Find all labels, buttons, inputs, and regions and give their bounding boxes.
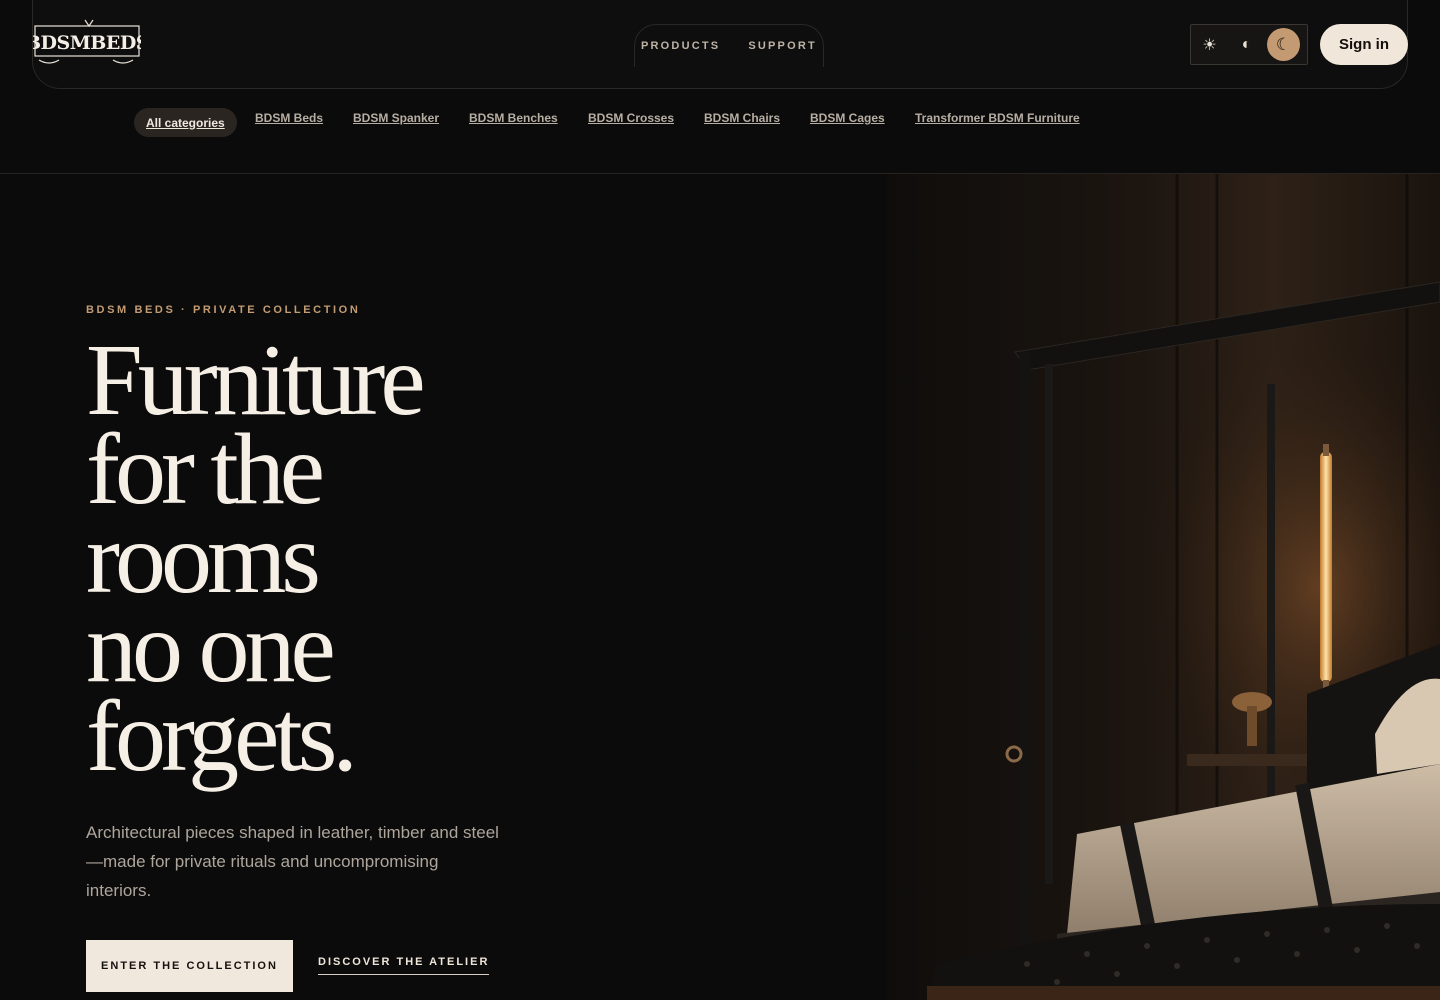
contrast-icon: ◐ <box>1241 35 1252 53</box>
category-benches[interactable]: BDSM Benches <box>469 111 558 125</box>
category-beds[interactable]: BDSM Beds <box>255 111 323 125</box>
main-nav: PRODUCTS SUPPORT <box>634 24 824 67</box>
enter-collection-button[interactable]: ENTER THE COLLECTION <box>86 940 293 992</box>
nav-support-link[interactable]: SUPPORT <box>748 40 817 52</box>
site-header: BDSMBEDS PRODUCTS SUPPORT ☀ ◐ ☾ Sign in <box>25 0 1408 89</box>
theme-toggle: ☀ ◐ ☾ <box>1190 24 1308 65</box>
category-spanker[interactable]: BDSM Spanker <box>353 111 439 125</box>
category-all[interactable]: All categories <box>134 108 237 137</box>
category-nav: All categories BDSM Beds BDSM Spanker BD… <box>0 89 1440 174</box>
dark-theme-button[interactable]: ☾ <box>1267 28 1300 61</box>
headline-line: forgets. <box>86 680 358 793</box>
light-theme-button[interactable]: ☀ <box>1191 26 1228 63</box>
category-transformer[interactable]: Transformer BDSM Furniture <box>915 111 1080 125</box>
discover-atelier-link[interactable]: DISCOVER THE ATELIER <box>318 956 490 975</box>
brand-logo[interactable]: BDSMBEDS <box>25 16 150 72</box>
headline-line: Furniture <box>86 324 426 437</box>
hero-description: Architectural pieces shaped in leather, … <box>86 823 499 900</box>
svg-text:BDSMBEDS: BDSMBEDS <box>33 32 141 54</box>
category-cages[interactable]: BDSM Cages <box>810 111 885 125</box>
headline-line: for the <box>86 413 325 526</box>
headline-line: no one <box>86 591 336 704</box>
headline-line: rooms <box>86 502 321 615</box>
moon-icon: ☾ <box>1275 34 1292 54</box>
hero-kicker: BDSM BEDS · PRIVATE COLLECTION <box>86 304 361 316</box>
auto-theme-button[interactable]: ◐ <box>1228 26 1265 63</box>
nav-products-link[interactable]: PRODUCTS <box>641 40 720 52</box>
category-chairs[interactable]: BDSM Chairs <box>704 111 780 125</box>
hero-headline: Furniture for the rooms no one forgets. <box>86 324 426 793</box>
hero-bed-image <box>887 174 1440 1000</box>
sign-in-button[interactable]: Sign in <box>1320 24 1408 65</box>
sun-icon: ☀ <box>1202 36 1217 54</box>
category-crosses[interactable]: BDSM Crosses <box>588 111 674 125</box>
